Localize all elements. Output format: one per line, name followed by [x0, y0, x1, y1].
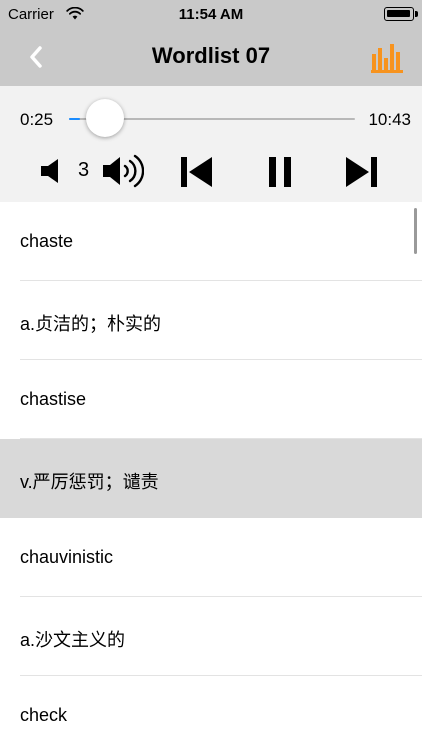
word-list[interactable]: chaste a.贞洁的；朴实的 chastise v.严厉惩罚；谴责 chauvini… — [0, 202, 422, 750]
equalizer-button[interactable] — [370, 40, 404, 74]
word-list-item[interactable]: chaste — [0, 202, 422, 281]
progress-slider-thumb[interactable] — [86, 99, 124, 137]
word-list-item-text: a.贞洁的；朴实的 — [20, 314, 162, 334]
total-duration: 10:43 — [368, 110, 411, 129]
word-list-item-text: check — [20, 705, 68, 725]
word-list-item[interactable]: a.贞洁的；朴实的 — [0, 281, 422, 360]
previous-button[interactable] — [178, 154, 214, 190]
clock: 11:54 AM — [178, 6, 244, 23]
word-list-item[interactable]: chauvinistic — [0, 518, 422, 597]
word-list-item[interactable]: check — [0, 676, 422, 750]
page-title: Wordlist 07 — [151, 43, 271, 68]
word-list-item-text: chastise — [20, 389, 87, 409]
volume-level: 3 — [78, 159, 90, 181]
pause-icon — [269, 157, 291, 187]
speaker-high-icon — [103, 154, 144, 188]
skip-previous-icon — [181, 157, 212, 187]
word-list-item[interactable]: a.沙文主义的 — [0, 597, 422, 676]
scroll-indicator[interactable] — [414, 208, 417, 254]
skip-next-icon — [346, 157, 377, 187]
word-list-item-text: chaste — [20, 231, 74, 251]
elapsed-time: 0:25 — [20, 110, 54, 129]
word-list-item-text: v.严厉惩罚；谴责 — [20, 472, 159, 492]
next-button[interactable] — [344, 154, 380, 190]
equalizer-icon — [371, 44, 403, 73]
volume-up-button[interactable] — [102, 154, 144, 188]
word-list-item[interactable]: v.严厉惩罚；谴责 — [0, 439, 422, 518]
battery-icon — [384, 7, 418, 21]
speaker-low-icon — [41, 159, 58, 183]
word-list-item-text: chauvinistic — [20, 547, 114, 567]
progress-fill — [69, 118, 80, 120]
word-list-item-text: a.沙文主义的 — [20, 630, 126, 650]
volume-down-button[interactable] — [40, 158, 64, 184]
status-bar: Carrier 11:54 AM — [0, 0, 422, 30]
word-list-item[interactable]: chastise — [0, 360, 422, 439]
navigation-header: Carrier 11:54 AM Wordlist 07 — [0, 0, 422, 86]
audio-player: 0:25 10:43 3 — [0, 86, 422, 202]
pause-button[interactable] — [262, 154, 298, 190]
